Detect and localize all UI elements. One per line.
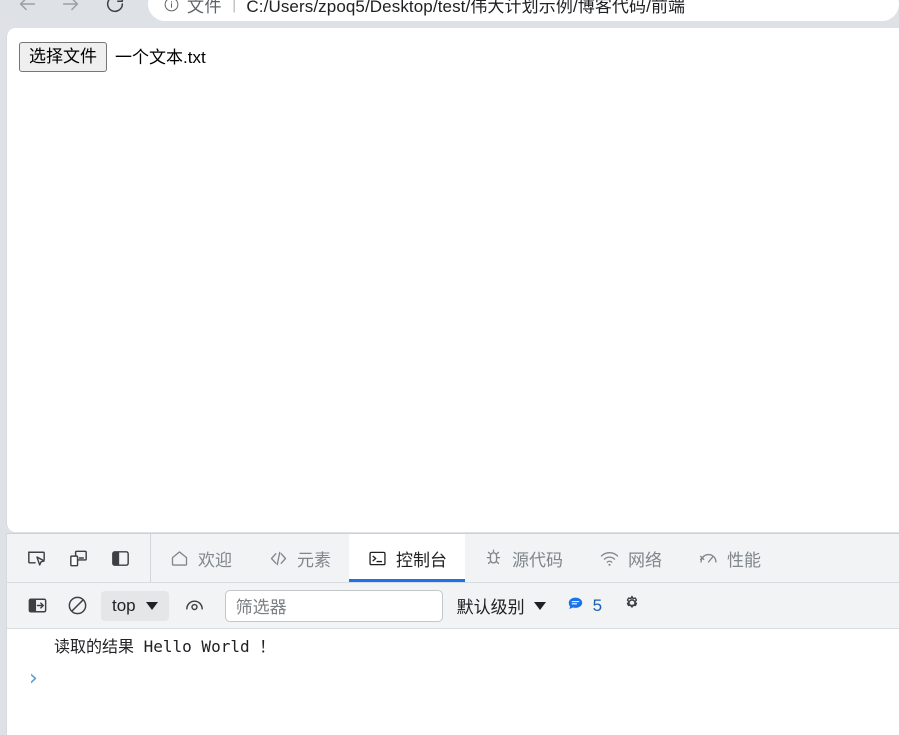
- console-terminal-icon: [367, 548, 388, 569]
- forward-button[interactable]: [54, 0, 88, 21]
- console-prompt-chevron-icon: ›: [29, 665, 38, 691]
- live-expression-button[interactable]: [179, 590, 211, 622]
- console-toolbar: top 筛选器 默认级别 5: [7, 583, 899, 629]
- chevron-down-icon: [533, 601, 546, 610]
- tab-performance[interactable]: 性能: [680, 534, 779, 582]
- reload-icon: [106, 0, 124, 13]
- chevron-down-icon: [145, 601, 158, 610]
- eye-icon: [186, 600, 204, 611]
- omnibox-separator: |: [232, 0, 237, 13]
- page-content: 选择文件 一个文本.txt: [7, 28, 899, 86]
- device-toggle-icon: [69, 550, 87, 566]
- console-filter-input[interactable]: 筛选器: [224, 589, 443, 622]
- devtools-panel: 欢迎 元素 控制台 源代码 网络 性能 top 筛选器 默认级别 5 读取的结果…: [6, 533, 899, 735]
- tab-sources[interactable]: 源代码: [465, 534, 581, 582]
- page-viewport: 选择文件 一个文本.txt: [6, 28, 899, 532]
- tab-elements[interactable]: 元素: [250, 534, 349, 582]
- tab-console-label: 控制台: [396, 550, 447, 570]
- console-prompt-row[interactable]: ›: [7, 664, 899, 690]
- devtools-tabs: 欢迎 元素 控制台 源代码 网络 性能: [151, 534, 899, 582]
- performance-gauge-icon: [698, 548, 719, 569]
- tab-welcome-label: 欢迎: [198, 550, 232, 570]
- clear-console-button[interactable]: [61, 590, 93, 622]
- tab-network-label: 网络: [628, 550, 662, 570]
- execution-context-selector[interactable]: top: [101, 590, 169, 621]
- sidebar-toggle-icon: [28, 598, 46, 613]
- wifi-icon: [599, 548, 620, 569]
- browser-window: 文件 | C:/Users/zpoq5/Desktop/test/伟大计划示例/…: [0, 0, 899, 735]
- bug-icon: [483, 548, 504, 569]
- message-count-value: 5: [592, 595, 603, 615]
- console-sidebar-toggle-button[interactable]: [21, 590, 53, 622]
- back-button[interactable]: [10, 0, 44, 21]
- url-text[interactable]: C:/Users/zpoq5/Desktop/test/伟大计划示例/博客代码/…: [246, 0, 685, 17]
- console-message-row: 读取的结果 Hello World ！: [7, 629, 899, 664]
- inspect-element-button[interactable]: [15, 537, 57, 579]
- url-scheme-label: 文件: [187, 0, 222, 16]
- execution-context-label: top: [112, 595, 136, 615]
- tab-network[interactable]: 网络: [581, 534, 680, 582]
- log-level-label: 默认级别: [456, 598, 525, 617]
- tab-welcome[interactable]: 欢迎: [151, 534, 250, 582]
- console-filter-placeholder: 筛选器: [235, 598, 287, 617]
- cursor-select-icon: [27, 551, 45, 566]
- devtools-tool-group: [7, 534, 151, 582]
- console-message-text: 读取的结果 Hello World ！: [54, 637, 276, 656]
- clear-console-icon: [68, 596, 86, 615]
- devtools-tabbar: 欢迎 元素 控制台 源代码 网络 性能: [7, 534, 899, 583]
- code-brackets-icon: [268, 548, 289, 569]
- message-count-indicator[interactable]: 5: [566, 594, 602, 618]
- tab-sources-label: 源代码: [512, 550, 563, 570]
- log-level-selector[interactable]: 默认级别: [457, 593, 546, 618]
- tab-console[interactable]: 控制台: [349, 534, 465, 582]
- gear-icon: [626, 595, 638, 608]
- tab-elements-label: 元素: [297, 550, 331, 570]
- back-arrow-icon: [19, 0, 36, 11]
- tab-performance-label: 性能: [727, 550, 761, 570]
- address-bar[interactable]: 文件 | C:/Users/zpoq5/Desktop/test/伟大计划示例/…: [148, 0, 899, 21]
- home-icon: [169, 548, 190, 569]
- forward-arrow-icon: [62, 0, 79, 11]
- speech-bubble-icon: [566, 594, 585, 618]
- dock-side-button[interactable]: [99, 537, 141, 579]
- selected-file-name: 一个文本.txt: [115, 47, 206, 67]
- console-output-area[interactable]: 读取的结果 Hello World ！ ›: [7, 629, 899, 735]
- console-settings-button[interactable]: [620, 591, 644, 620]
- navigation-row: 文件 | C:/Users/zpoq5/Desktop/test/伟大计划示例/…: [0, 0, 899, 26]
- choose-file-button[interactable]: 选择文件: [19, 42, 107, 73]
- info-circle-icon[interactable]: [162, 0, 180, 13]
- dock-panel-icon: [111, 550, 129, 566]
- file-input-control[interactable]: 选择文件 一个文本.txt: [19, 42, 206, 73]
- device-toolbar-button[interactable]: [57, 537, 99, 579]
- reload-button[interactable]: [98, 0, 132, 21]
